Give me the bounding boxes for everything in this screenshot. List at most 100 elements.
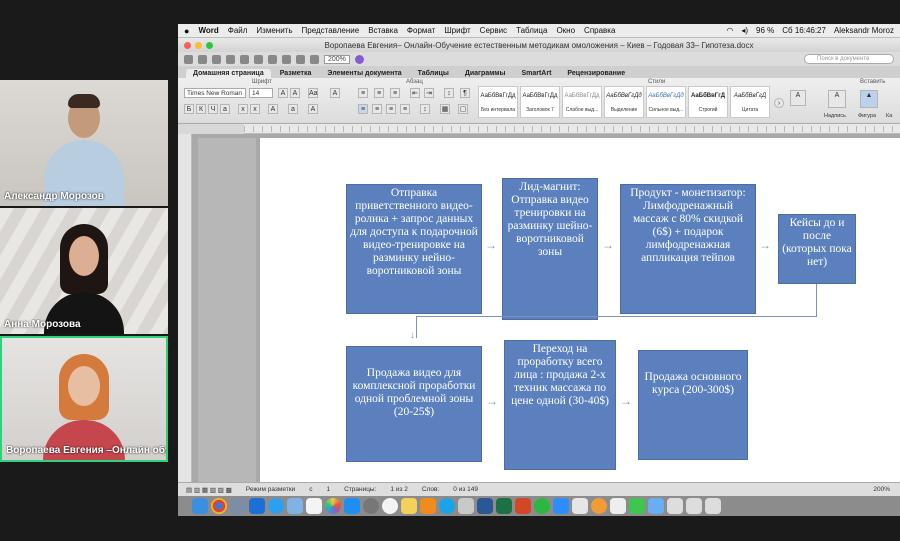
style-emphasis[interactable]: АаБбВвГгДд Выделение: [604, 86, 644, 118]
tab-review[interactable]: Рецензирование: [560, 69, 632, 78]
zoom-select[interactable]: 200%: [324, 54, 350, 64]
menu-view[interactable]: Представление: [302, 26, 360, 35]
font-color-icon[interactable]: A: [308, 104, 318, 114]
menu-tools[interactable]: Сервис: [480, 26, 507, 35]
menu-font[interactable]: Шрифт: [444, 26, 470, 35]
shape-icon[interactable]: ▲: [860, 90, 878, 108]
tab-smartart[interactable]: SmartArt: [514, 69, 558, 78]
menu-format[interactable]: Формат: [407, 26, 435, 35]
font-name-select[interactable]: Times New Roman: [184, 88, 246, 98]
italic-icon[interactable]: К: [196, 104, 206, 114]
flow-box-lead-magnet[interactable]: Лид-магнит: Отправка видео тренировки на…: [502, 178, 598, 320]
powerpoint-icon[interactable]: [515, 498, 531, 514]
skype-icon[interactable]: [439, 498, 455, 514]
flow-box-welcome-video[interactable]: Отправка приветственного видео-ролика + …: [346, 184, 482, 314]
menu-table[interactable]: Таблица: [516, 26, 547, 35]
notes-icon[interactable]: [401, 498, 417, 514]
align-right-icon[interactable]: ≡: [386, 104, 396, 114]
vlc-icon[interactable]: [420, 498, 436, 514]
flow-box-main-course[interactable]: Продажа основного курса (200-300$): [638, 350, 748, 460]
menu-window[interactable]: Окно: [556, 26, 575, 35]
highlight-icon[interactable]: a: [288, 104, 298, 114]
font-size-select[interactable]: 14: [249, 88, 273, 98]
search-input[interactable]: Поиск в документе: [804, 54, 894, 64]
tab-charts[interactable]: Диаграммы: [458, 69, 513, 78]
whatsapp-icon[interactable]: [534, 498, 550, 514]
menu-insert[interactable]: Вставка: [368, 26, 398, 35]
flow-box-one-zone-video[interactable]: Продажа видео для комплексной проработки…: [346, 346, 482, 462]
participant-tile-1[interactable]: Александр Морозов: [0, 80, 168, 206]
document-icon[interactable]: [610, 498, 626, 514]
shading-icon[interactable]: ▦: [440, 104, 450, 114]
templates-icon[interactable]: [198, 54, 207, 64]
change-case-icon[interactable]: Aa: [308, 88, 318, 98]
line-spacing-icon[interactable]: ↕: [420, 104, 430, 114]
mail-icon[interactable]: [287, 498, 303, 514]
messages-icon[interactable]: [629, 498, 645, 514]
style-strong[interactable]: АаБбВвГгД Строгий: [688, 86, 728, 118]
styles-more-icon[interactable]: ›: [774, 98, 784, 108]
safari-icon[interactable]: [268, 498, 284, 514]
save-icon[interactable]: [226, 54, 235, 64]
horizontal-ruler[interactable]: [244, 124, 900, 134]
zoom-icon[interactable]: [553, 498, 569, 514]
borders-icon[interactable]: ▢: [458, 104, 468, 114]
utility-icon[interactable]: [458, 498, 474, 514]
gallery-icon[interactable]: [310, 54, 319, 64]
wifi-icon[interactable]: ◠: [726, 26, 733, 35]
justify-icon[interactable]: ≡: [400, 104, 410, 114]
participant-tile-2[interactable]: Анна Морозова: [0, 208, 168, 334]
increase-indent-icon[interactable]: ⇥: [424, 88, 434, 98]
subscript-icon[interactable]: x: [250, 104, 260, 114]
new-doc-icon[interactable]: [184, 54, 193, 64]
excel-icon[interactable]: [496, 498, 512, 514]
underline-icon[interactable]: Ч: [208, 104, 218, 114]
menu-edit[interactable]: Изменить: [256, 26, 292, 35]
battery-status[interactable]: 96 %: [756, 26, 774, 35]
flower-app-icon[interactable]: [591, 498, 607, 514]
sort-icon[interactable]: ↕: [444, 88, 454, 98]
flow-box-monetizer-product[interactable]: Продукт - монетизатор: Лимфодренажный ма…: [620, 184, 756, 314]
decrease-indent-icon[interactable]: ⇤: [410, 88, 420, 98]
bold-icon[interactable]: Б: [184, 104, 194, 114]
show-marks-icon[interactable]: ¶: [460, 88, 470, 98]
align-left-icon[interactable]: ≡: [358, 104, 368, 114]
settings-icon[interactable]: [363, 498, 379, 514]
screenshot-icon[interactable]: [572, 498, 588, 514]
align-center-icon[interactable]: ≡: [372, 104, 382, 114]
minimized-window-icon[interactable]: [667, 498, 683, 514]
user-name[interactable]: Aleksandr Moroz: [834, 26, 894, 35]
superscript-icon[interactable]: x: [238, 104, 248, 114]
document-page[interactable]: Отправка приветственного видео-ролика + …: [260, 138, 900, 482]
menu-file[interactable]: Файл: [228, 26, 248, 35]
sidebar-icon[interactable]: [296, 54, 305, 64]
teamviewer-icon[interactable]: [249, 498, 265, 514]
tab-tables[interactable]: Таблицы: [411, 69, 456, 78]
bullets-icon[interactable]: ≡: [358, 88, 368, 98]
minimized-window-icon[interactable]: [705, 498, 721, 514]
folder-icon[interactable]: [648, 498, 664, 514]
open-icon[interactable]: [212, 54, 221, 64]
clear-format-icon[interactable]: A: [330, 88, 340, 98]
style-no-spacing[interactable]: АаБбВвГгДд Без интервала: [478, 86, 518, 118]
undo-icon[interactable]: [254, 54, 263, 64]
minimized-window-icon[interactable]: [686, 498, 702, 514]
textbox-icon[interactable]: A: [828, 90, 846, 108]
clock[interactable]: Сб 16:46:27: [782, 26, 826, 35]
tab-home[interactable]: Домашняя страница: [186, 69, 271, 78]
volume-icon[interactable]: ◂): [741, 26, 748, 35]
launchpad-icon[interactable]: [230, 498, 246, 514]
chrome-icon[interactable]: [211, 498, 227, 514]
tab-layout[interactable]: Разметка: [273, 69, 319, 78]
word-icon[interactable]: [477, 498, 493, 514]
tab-document-elements[interactable]: Элементы документа: [320, 69, 408, 78]
finder-icon[interactable]: [192, 498, 208, 514]
calendar-icon[interactable]: [306, 498, 322, 514]
strikethrough-icon[interactable]: a: [220, 104, 230, 114]
menu-help[interactable]: Справка: [584, 26, 615, 35]
print-icon[interactable]: [240, 54, 249, 64]
appstore-icon[interactable]: [344, 498, 360, 514]
shrink-font-icon[interactable]: A: [290, 88, 300, 98]
numbering-icon[interactable]: ≡: [374, 88, 384, 98]
music-icon[interactable]: [382, 498, 398, 514]
